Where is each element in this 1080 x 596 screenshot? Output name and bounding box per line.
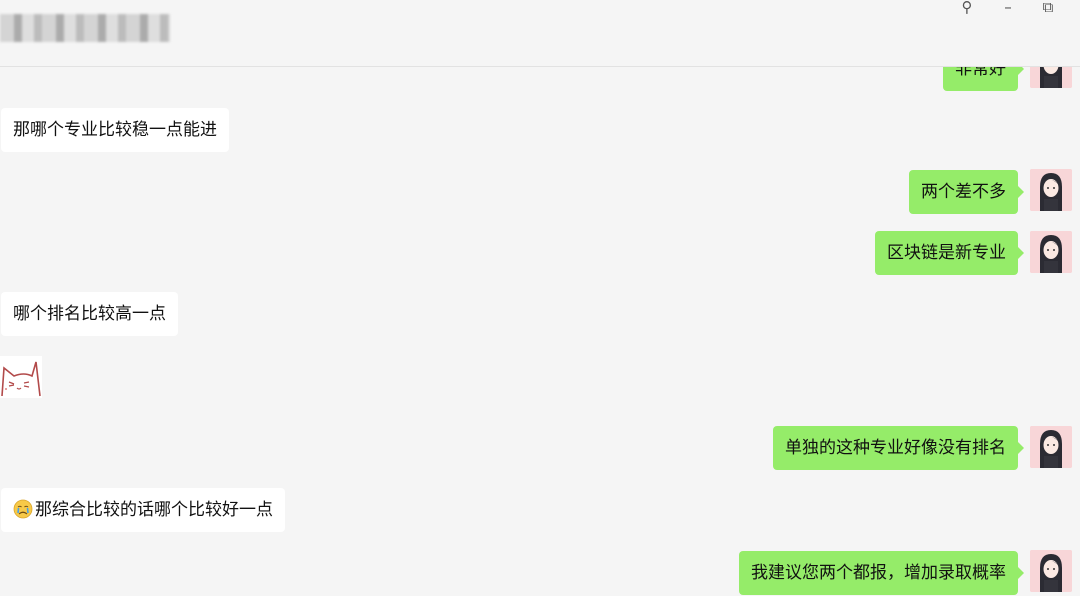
- incoming-message[interactable]: 那综合比较的话哪个比较好一点: [1, 488, 285, 532]
- message-text: 那哪个专业比较稳一点能进: [13, 120, 217, 140]
- my-avatar[interactable]: [1030, 426, 1072, 468]
- outgoing-message[interactable]: 单独的这种专业好像没有排名: [773, 426, 1024, 470]
- message-text: 两个差不多: [921, 182, 1006, 202]
- incoming-message[interactable]: 那哪个专业比较稳一点能进: [1, 108, 229, 152]
- my-avatar[interactable]: [1030, 550, 1072, 592]
- outgoing-message[interactable]: 区块链是新专业: [875, 231, 1024, 275]
- message-text: 那综合比较的话哪个比较好一点: [35, 500, 273, 520]
- pin-icon[interactable]: ⚲: [955, 0, 979, 16]
- outgoing-message[interactable]: 我建议您两个都报，增加录取概率: [739, 551, 1024, 595]
- crying-face-icon: [13, 499, 33, 519]
- contact-name-blurred[interactable]: ████████: [0, 14, 170, 42]
- cat-sticker[interactable]: [0, 356, 42, 398]
- my-avatar[interactable]: [1030, 169, 1072, 211]
- restore-window-icon[interactable]: ⧉: [1036, 0, 1060, 16]
- minimize-icon[interactable]: –: [996, 0, 1020, 16]
- message-text: 区块链是新专业: [887, 243, 1006, 263]
- chat-header: ████████ ⚲ – ⧉: [0, 0, 1080, 67]
- message-text: 我建议您两个都报，增加录取概率: [751, 563, 1006, 583]
- incoming-message[interactable]: 哪个排名比较高一点: [1, 292, 178, 336]
- message-text: 单独的这种专业好像没有排名: [785, 438, 1006, 458]
- message-text: 哪个排名比较高一点: [13, 304, 166, 324]
- outgoing-message[interactable]: 两个差不多: [909, 170, 1024, 214]
- chat-message-area: 非常好 那哪个专业比较稳一点能进 两个差不多 区块链是新专业 哪个排名比较高一点…: [0, 0, 1080, 596]
- my-avatar[interactable]: [1030, 231, 1072, 273]
